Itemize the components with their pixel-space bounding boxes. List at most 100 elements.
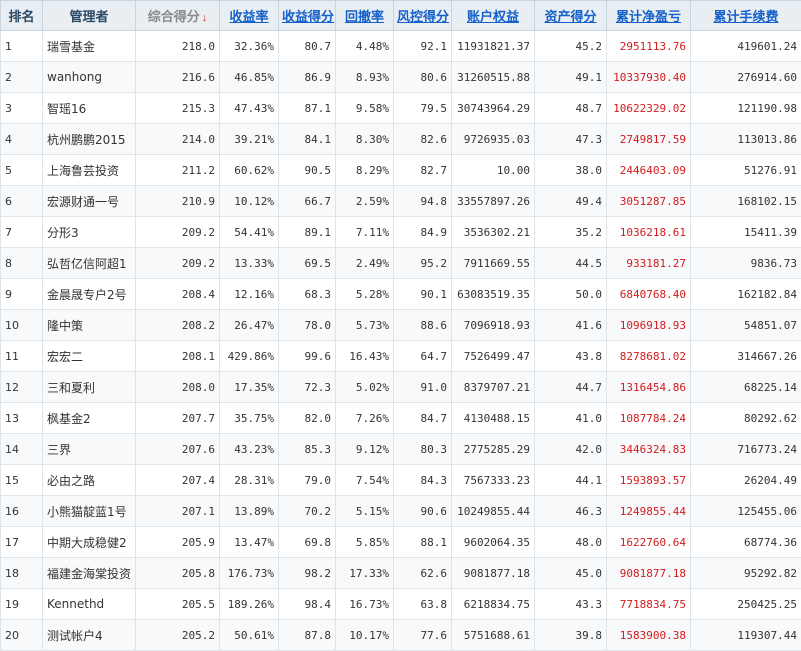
rank-cell: 13: [1, 403, 43, 434]
cum-pnl-cell: 7718834.75: [607, 589, 691, 620]
header-asset-score-link[interactable]: 资产得分: [535, 1, 607, 31]
cum-pnl-cell: 1096918.93: [607, 310, 691, 341]
manager-cell: 小熊猫靛蓝1号: [43, 496, 136, 527]
asset-score-cell: 43.8: [535, 341, 607, 372]
return-score-cell: 70.2: [279, 496, 336, 527]
asset-score-cell: 42.0: [535, 434, 607, 465]
drawdown-cell: 2.59%: [336, 186, 394, 217]
score-cell: 211.2: [136, 155, 220, 186]
rank-cell: 6: [1, 186, 43, 217]
account-equity-cell: 30743964.29: [452, 93, 535, 124]
sort-desc-arrow-icon: ↓: [202, 12, 208, 24]
return-score-cell: 79.0: [279, 465, 336, 496]
table-row: 20测试帐户4205.250.61%87.810.17%77.65751688.…: [1, 620, 801, 651]
cum-fee-cell: 54851.07: [691, 310, 801, 341]
drawdown-cell: 7.26%: [336, 403, 394, 434]
score-cell: 207.7: [136, 403, 220, 434]
return-rate-cell: 189.26%: [220, 589, 279, 620]
return-score-cell: 87.8: [279, 620, 336, 651]
account-equity-cell: 4130488.15: [452, 403, 535, 434]
manager-cell: 中期大成稳健2: [43, 527, 136, 558]
cum-fee-cell: 250425.25: [691, 589, 801, 620]
rank-cell: 20: [1, 620, 43, 651]
risk-score-cell: 94.8: [394, 186, 452, 217]
asset-score-cell: 50.0: [535, 279, 607, 310]
return-rate-cell: 60.62%: [220, 155, 279, 186]
rank-cell: 16: [1, 496, 43, 527]
cum-pnl-cell: 933181.27: [607, 248, 691, 279]
asset-score-cell: 46.3: [535, 496, 607, 527]
drawdown-cell: 17.33%: [336, 558, 394, 589]
table-row: 15必由之路207.428.31%79.07.54%84.37567333.23…: [1, 465, 801, 496]
cum-fee-cell: 162182.84: [691, 279, 801, 310]
account-equity-cell: 7567333.23: [452, 465, 535, 496]
asset-score-cell: 44.7: [535, 372, 607, 403]
header-row: 排名 管理者 综合得分↓ 收益率 收益得分 回撤率 风控得分 账户权益 资产得分…: [1, 1, 801, 31]
manager-cell: 宏宏二: [43, 341, 136, 372]
cum-pnl-cell: 2951113.76: [607, 31, 691, 62]
manager-cell: 三界: [43, 434, 136, 465]
rank-cell: 10: [1, 310, 43, 341]
table-body: 1瑞雪基金218.032.36%80.74.48%92.111931821.37…: [1, 31, 801, 651]
return-rate-cell: 12.16%: [220, 279, 279, 310]
cum-pnl-cell: 1583900.38: [607, 620, 691, 651]
header-cum-fee-link[interactable]: 累计手续费: [691, 1, 801, 31]
return-rate-cell: 176.73%: [220, 558, 279, 589]
asset-score-cell: 43.3: [535, 589, 607, 620]
header-return-score-link[interactable]: 收益得分: [279, 1, 336, 31]
drawdown-cell: 2.49%: [336, 248, 394, 279]
return-score-cell: 66.7: [279, 186, 336, 217]
table-row: 12三和夏利208.017.35%72.35.02%91.08379707.21…: [1, 372, 801, 403]
asset-score-cell: 44.1: [535, 465, 607, 496]
header-drawdown-link[interactable]: 回撤率: [336, 1, 394, 31]
cum-fee-cell: 276914.60: [691, 62, 801, 93]
risk-score-cell: 90.6: [394, 496, 452, 527]
score-cell: 205.8: [136, 558, 220, 589]
return-score-cell: 69.5: [279, 248, 336, 279]
rank-cell: 3: [1, 93, 43, 124]
cum-fee-cell: 95292.82: [691, 558, 801, 589]
score-cell: 209.2: [136, 248, 220, 279]
table-row: 4杭州鹏鹏2015214.039.21%84.18.30%82.69726935…: [1, 124, 801, 155]
score-cell: 216.6: [136, 62, 220, 93]
header-score-sort[interactable]: 综合得分↓: [136, 1, 220, 31]
risk-score-cell: 84.7: [394, 403, 452, 434]
header-return-rate-link[interactable]: 收益率: [220, 1, 279, 31]
score-cell: 208.0: [136, 372, 220, 403]
score-cell: 208.2: [136, 310, 220, 341]
return-rate-cell: 47.43%: [220, 93, 279, 124]
return-rate-cell: 13.33%: [220, 248, 279, 279]
table-row: 18福建金海棠投资205.8176.73%98.217.33%62.690818…: [1, 558, 801, 589]
drawdown-cell: 16.43%: [336, 341, 394, 372]
header-cum-pnl-link[interactable]: 累计净盈亏: [607, 1, 691, 31]
header-risk-score-link[interactable]: 风控得分: [394, 1, 452, 31]
cum-fee-cell: 121190.98: [691, 93, 801, 124]
asset-score-cell: 45.0: [535, 558, 607, 589]
manager-cell: Kennethd: [43, 589, 136, 620]
drawdown-cell: 7.11%: [336, 217, 394, 248]
return-score-cell: 98.4: [279, 589, 336, 620]
drawdown-cell: 4.48%: [336, 31, 394, 62]
return-rate-cell: 429.86%: [220, 341, 279, 372]
manager-cell: 福建金海棠投资: [43, 558, 136, 589]
account-equity-cell: 9081877.18: [452, 558, 535, 589]
return-score-cell: 86.9: [279, 62, 336, 93]
score-cell: 205.5: [136, 589, 220, 620]
table-row: 11宏宏二208.1429.86%99.616.43%64.77526499.4…: [1, 341, 801, 372]
cum-fee-cell: 168102.15: [691, 186, 801, 217]
cum-pnl-cell: 1087784.24: [607, 403, 691, 434]
return-score-cell: 90.5: [279, 155, 336, 186]
header-account-equity-link[interactable]: 账户权益: [452, 1, 535, 31]
asset-score-cell: 35.2: [535, 217, 607, 248]
return-rate-cell: 28.31%: [220, 465, 279, 496]
return-score-cell: 82.0: [279, 403, 336, 434]
score-cell: 209.2: [136, 217, 220, 248]
table-row: 1瑞雪基金218.032.36%80.74.48%92.111931821.37…: [1, 31, 801, 62]
drawdown-cell: 8.29%: [336, 155, 394, 186]
return-score-cell: 85.3: [279, 434, 336, 465]
cum-pnl-cell: 2749817.59: [607, 124, 691, 155]
cum-fee-cell: 9836.73: [691, 248, 801, 279]
table-row: 3智瑶16215.347.43%87.19.58%79.530743964.29…: [1, 93, 801, 124]
header-rank: 排名: [1, 1, 43, 31]
asset-score-cell: 41.0: [535, 403, 607, 434]
